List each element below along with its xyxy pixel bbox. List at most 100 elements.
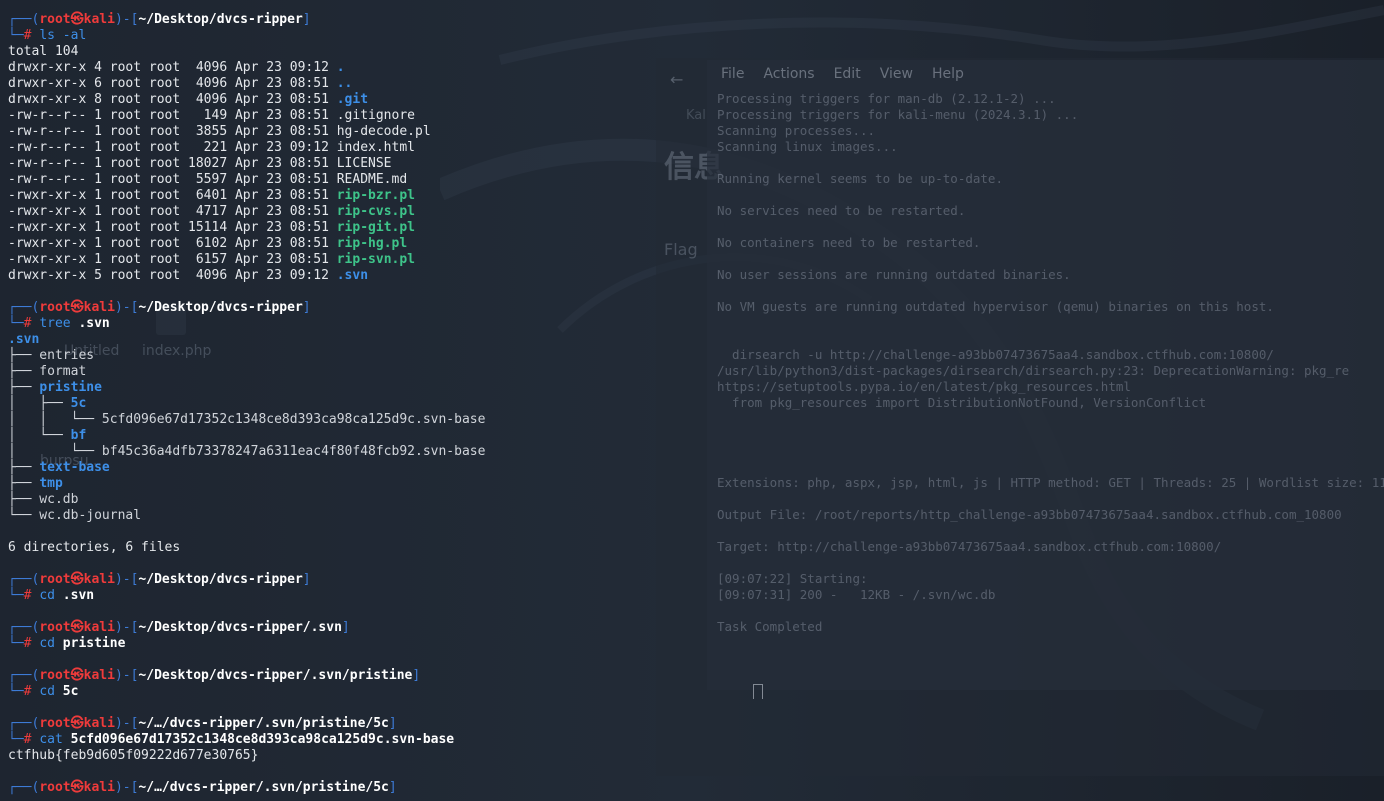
terminal-text: -rw-r--r-- 1 root root 149 Apr 23 08:51 … <box>8 108 415 123</box>
terminal-line: └─# cat 5cfd096e67d17352c1348ce8d393ca98… <box>8 732 648 748</box>
terminal-text: .svn <box>62 588 95 603</box>
secondary-terminal-line: Extensions: php, aspx, jsp, html, js | H… <box>717 475 1384 490</box>
terminal-text: cat <box>39 732 71 747</box>
terminal-text: bf <box>70 428 87 443</box>
secondary-terminal-line: Scanning processes... <box>717 123 876 138</box>
secondary-terminal-line: Target: http://challenge-a93bb07473675aa… <box>717 539 1222 554</box>
terminal-text: │ └── <box>8 428 71 443</box>
terminal-line: drwxr-xr-x 4 root root 4096 Apr 23 09:12… <box>8 60 648 76</box>
terminal-text: )-[ <box>114 300 139 315</box>
terminal-text: │ ├── <box>8 396 71 411</box>
terminal-line: ├── entries <box>8 348 648 364</box>
terminal-text: rip-bzr.pl <box>336 188 416 203</box>
terminal-text: ] <box>412 668 421 683</box>
terminal-text: ] <box>388 716 397 731</box>
terminal-text: 5c <box>62 684 79 699</box>
secondary-terminal-line: No user sessions are running outdated bi… <box>717 267 1071 282</box>
terminal-text: -rw-r--r-- 1 root root 221 Apr 23 09:12 … <box>8 140 415 155</box>
menu-file[interactable]: File <box>721 66 744 82</box>
terminal-text: └─ <box>8 636 24 651</box>
secondary-terminal-line: Task Completed <box>717 619 823 634</box>
terminal-line: -rwxr-xr-x 1 root root 6157 Apr 23 08:51… <box>8 252 648 268</box>
secondary-terminal-line: Output File: /root/reports/http_challeng… <box>717 507 1342 522</box>
terminal-line: -rwxr-xr-x 1 root root 6401 Apr 23 08:51… <box>8 188 648 204</box>
terminal-text: ~/…/dvcs-ripper/.svn/pristine/5c <box>138 780 389 795</box>
secondary-terminal-output: Processing triggers for man-db (2.12.1-2… <box>717 91 1384 699</box>
terminal-text: )-[ <box>114 620 139 635</box>
terminal-text: )-[ <box>114 668 139 683</box>
terminal-text: │ │ └── 5cfd096e67d17352c1348ce8d393ca98… <box>8 412 486 427</box>
secondary-terminal-line <box>717 523 1384 539</box>
menu-help[interactable]: Help <box>932 66 964 82</box>
terminal-line: -rw-r--r-- 1 root root 3855 Apr 23 08:51… <box>8 124 648 140</box>
terminal-line: │ │ └── 5cfd096e67d17352c1348ce8d393ca98… <box>8 412 648 428</box>
terminal-text: ~/Desktop/dvcs-ripper <box>138 12 303 27</box>
terminal-line: ┌──(root㉿kali)-[~/Desktop/dvcs-ripper/.s… <box>8 620 648 636</box>
terminal-text: ┌──( <box>8 780 40 795</box>
terminal-text: rip-git.pl <box>336 220 416 235</box>
terminal-line: 6 directories, 6 files <box>8 540 648 556</box>
secondary-terminal-line <box>717 155 1384 171</box>
terminal-text: -rwxr-xr-x 1 root root 6157 Apr 23 08:51 <box>8 252 337 267</box>
terminal-line: ├── tmp <box>8 476 648 492</box>
terminal-text: root㉿kali <box>39 12 115 27</box>
terminal-line: .svn <box>8 332 648 348</box>
terminal-text: ├── <box>8 460 40 475</box>
terminal-text: ] <box>302 572 311 587</box>
terminal-text: ] <box>341 620 350 635</box>
terminal-text: cd <box>39 636 63 651</box>
terminal-text: 5c <box>70 396 87 411</box>
secondary-terminal-line <box>717 667 1384 683</box>
terminal-text: 6 directories, 6 files <box>8 540 181 555</box>
terminal-text: text-base <box>39 460 110 475</box>
terminal-line: -rw-r--r-- 1 root root 221 Apr 23 09:12 … <box>8 140 648 156</box>
terminal-line: └─# tree .svn <box>8 316 648 332</box>
secondary-terminal-line: Processing triggers for kali-menu (2024.… <box>717 107 1079 122</box>
terminal-text: # <box>23 732 40 747</box>
terminal-text: root㉿kali <box>39 620 115 635</box>
terminal-line: -rw-r--r-- 1 root root 18027 Apr 23 08:5… <box>8 156 648 172</box>
terminal-text: .svn <box>8 332 40 347</box>
secondary-terminal-window[interactable]: File Actions Edit View Help Processing t… <box>707 60 1384 699</box>
menu-view[interactable]: View <box>880 66 913 82</box>
terminal-line: ┌──(root㉿kali)-[~/…/dvcs-ripper/.svn/pri… <box>8 716 648 732</box>
terminal-text: tree <box>39 316 79 331</box>
terminal-text: # <box>23 684 40 699</box>
secondary-terminal-line <box>717 219 1384 235</box>
terminal-text: cd <box>39 588 63 603</box>
secondary-terminal-line <box>717 251 1384 267</box>
terminal-line: ├── pristine <box>8 380 648 396</box>
terminal-text: └── wc.db-journal <box>8 508 142 523</box>
secondary-terminal-line <box>717 603 1384 619</box>
secondary-terminal-line: dirsearch -u http://challenge-a93bb07473… <box>717 347 1274 362</box>
secondary-terminal-line <box>717 443 1384 459</box>
secondary-terminal-line: Scanning linux images... <box>717 139 898 154</box>
secondary-terminal-line <box>717 491 1384 507</box>
terminal-text: ~/…/dvcs-ripper/.svn/pristine/5c <box>138 716 389 731</box>
menu-actions[interactable]: Actions <box>763 66 814 82</box>
terminal-text: # <box>23 316 40 331</box>
terminal-text: cd <box>39 684 63 699</box>
terminal-text: -rwxr-xr-x 1 root root 6401 Apr 23 08:51 <box>8 188 337 203</box>
terminal-text: -rw-r--r-- 1 root root 18027 Apr 23 08:5… <box>8 156 392 171</box>
secondary-terminal-line: Running kernel seems to be up-to-date. <box>717 171 1003 186</box>
terminal-text: ~/Desktop/dvcs-ripper/.svn/pristine <box>138 668 413 683</box>
secondary-terminal-line: No services need to be restarted. <box>717 203 966 218</box>
menu-edit[interactable]: Edit <box>834 66 861 82</box>
terminal-line: -rw-r--r-- 1 root root 5597 Apr 23 08:51… <box>8 172 648 188</box>
secondary-terminal-line: No VM guests are running outdated hyperv… <box>717 299 1274 314</box>
secondary-terminal-line <box>717 411 1384 427</box>
terminal-line: ├── wc.db <box>8 492 648 508</box>
terminal-text: )-[ <box>114 12 139 27</box>
terminal-text: └─ <box>8 588 24 603</box>
terminal-text: -rwxr-xr-x 1 root root 6102 Apr 23 08:51 <box>8 236 337 251</box>
terminal-line: ┌──(root㉿kali)-[~/Desktop/dvcs-ripper/.s… <box>8 668 648 684</box>
terminal-text: ls -al <box>39 28 87 43</box>
main-terminal-output[interactable]: ┌──(root㉿kali)-[~/Desktop/dvcs-ripper] └─… <box>8 12 648 796</box>
terminal-text: rip-svn.pl <box>336 252 416 267</box>
terminal-text: )-[ <box>114 716 139 731</box>
